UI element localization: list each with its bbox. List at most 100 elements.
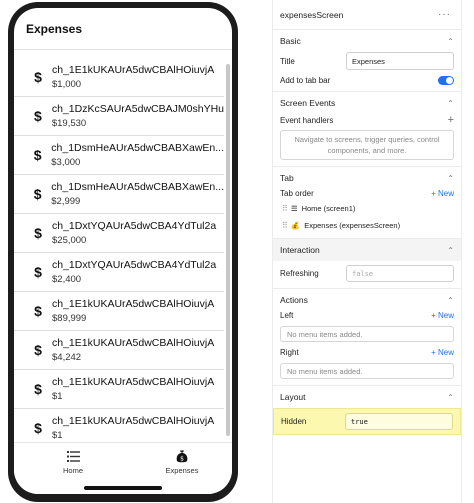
list-icon: ☰	[290, 204, 298, 213]
list-item[interactable]: $ ch_1E1kUKAUrA5dwCBAlHOiuvjA $1	[14, 370, 224, 409]
charge-amount: $1	[52, 430, 63, 441]
tab-order-item[interactable]: ⠿ 💰 Expenses (expensesScreen)	[282, 221, 454, 230]
drag-handle-icon[interactable]: ⠿	[282, 221, 288, 230]
list-scrollbar[interactable]	[226, 64, 230, 436]
section-basic: Basic ⌃ Title Add to tab bar	[273, 30, 461, 92]
add-icon[interactable]: +	[448, 114, 454, 126]
refreshing-row: Refreshing false	[280, 265, 454, 282]
dollar-icon: $	[33, 147, 42, 163]
svg-text:$: $	[180, 455, 184, 462]
dollar-icon: $	[34, 381, 42, 397]
add-to-tab-bar-toggle[interactable]	[438, 76, 454, 85]
section-header-layout[interactable]: Layout ⌃	[280, 386, 454, 408]
section-title: Interaction	[280, 245, 320, 255]
tab-order-item-label: Expenses (expensesScreen)	[304, 221, 401, 230]
list-item[interactable]: $ ch_1E1kUKAUrA5dwCBAlHOiuvjA $89,999	[14, 292, 224, 331]
section-screen-events: Screen Events ⌃ Event handlers + Navigat…	[273, 92, 461, 167]
expense-list[interactable]: $ ch_1E1kUKAUrA5dwCBAlHOiuvjA $1,000 $ ch…	[14, 58, 224, 487]
chevron-up-icon[interactable]: ⌃	[447, 99, 454, 108]
new-left-action-button[interactable]: + New	[431, 311, 454, 320]
section-interaction: Interaction ⌃ Refreshing false	[273, 239, 461, 289]
left-actions-empty: No menu items added.	[280, 326, 454, 342]
section-header-basic[interactable]: Basic ⌃	[280, 30, 454, 52]
section-title: Screen Events	[280, 98, 336, 108]
inspector-panel: expensesScreen ··· Basic ⌃ Title Add to …	[272, 0, 462, 503]
charge-id: ch_1E1kUKAUrA5dwCBAlHOiuvjA	[52, 415, 215, 427]
title-label: Title	[280, 56, 295, 66]
charge-id: ch_1DsmHeAUrA5dwCBABXawEn...	[51, 181, 224, 193]
refreshing-label: Refreshing	[280, 269, 319, 278]
section-title: Layout	[280, 392, 306, 402]
hidden-input[interactable]: true	[345, 413, 453, 430]
add-to-tab-bar-row: Add to tab bar	[280, 76, 454, 85]
section-title: Tab	[280, 173, 294, 183]
list-icon	[66, 449, 80, 463]
section-title: Basic	[280, 36, 301, 46]
right-label: Right	[280, 348, 299, 357]
event-handlers-row: Event handlers +	[280, 114, 454, 126]
charge-amount: $4,242	[52, 352, 82, 363]
charge-amount: $89,999	[52, 313, 87, 324]
chevron-up-icon[interactable]: ⌃	[447, 296, 454, 305]
charge-amount: $3,000	[51, 157, 81, 168]
charge-id: ch_1E1kUKAUrA5dwCBAlHOiuvjA	[52, 376, 215, 388]
section-layout: Layout ⌃ Hidden true	[273, 386, 461, 435]
chevron-up-icon[interactable]: ⌃	[447, 37, 454, 46]
tab-expenses[interactable]: $ Expenses	[152, 449, 212, 475]
charge-id: ch_1DsmHeAUrA5dwCBABXawEn...	[51, 142, 224, 154]
dollar-icon: $	[34, 69, 42, 85]
new-tab-button[interactable]: + New	[431, 189, 454, 198]
section-title: Actions	[280, 295, 308, 305]
new-right-action-button[interactable]: + New	[431, 348, 454, 357]
section-header-interaction[interactable]: Interaction ⌃	[273, 239, 461, 261]
list-item[interactable]: $ ch_1E1kUKAUrA5dwCBAlHOiuvjA $4,242	[14, 331, 224, 370]
charge-amount: $1,000	[52, 79, 82, 90]
list-item[interactable]: $ ch_1E1kUKAUrA5dwCBAlHOiuvjA $1,000	[14, 58, 224, 97]
list-item[interactable]: $ ch_1DxtYQAUrA5dwCBA4YdTul2a $25,000	[14, 214, 224, 253]
right-actions-row: Right + New	[280, 348, 454, 357]
list-item[interactable]: $ ch_1DzKcSAUrA5dwCBAJM0shYHu $19,530	[14, 97, 224, 136]
charge-amount: $2,999	[51, 196, 81, 207]
refreshing-input[interactable]: false	[346, 265, 454, 282]
tab-order-item[interactable]: ⠿ ☰ Home (screen1)	[282, 204, 454, 213]
dollar-icon: $	[34, 420, 42, 436]
dollar-icon: $	[34, 108, 42, 124]
dollar-icon: $	[34, 264, 42, 280]
chevron-up-icon[interactable]: ⌃	[447, 246, 454, 255]
dollar-icon: $	[33, 186, 42, 202]
inspector-header: expensesScreen ···	[273, 0, 461, 30]
screen-name[interactable]: expensesScreen	[280, 10, 343, 20]
tab-home[interactable]: Home	[43, 449, 103, 475]
drag-handle-icon[interactable]: ⠿	[282, 204, 288, 213]
event-handlers-label: Event handlers	[280, 115, 334, 125]
list-item[interactable]: $ ch_1DxtYQAUrA5dwCBA4YdTul2a $2,400	[14, 253, 224, 292]
section-header-tab[interactable]: Tab ⌃	[280, 167, 454, 189]
charge-amount: $25,000	[52, 235, 87, 246]
home-indicator	[84, 486, 162, 490]
more-horizontal-icon[interactable]: ···	[438, 9, 451, 20]
section-header-screen-events[interactable]: Screen Events ⌃	[280, 92, 454, 114]
charge-amount: $2,400	[52, 274, 82, 285]
list-item[interactable]: $ ch_1DsmHeAUrA5dwCBABXawEn... $2,999	[14, 175, 224, 214]
section-actions: Actions ⌃ Left + New No menu items added…	[273, 289, 461, 386]
right-actions-empty: No menu items added.	[280, 363, 454, 379]
screen-title: Expenses	[14, 8, 232, 50]
title-input[interactable]	[346, 52, 454, 70]
event-handlers-placeholder[interactable]: Navigate to screens, trigger queries, co…	[280, 130, 454, 160]
money-bag-icon: $	[176, 449, 188, 463]
list-item[interactable]: $ ch_1DsmHeAUrA5dwCBABXawEn... $3,000	[14, 136, 224, 175]
tab-order-label: Tab order	[280, 189, 314, 198]
charge-amount: $1	[52, 391, 63, 402]
charge-id: ch_1E1kUKAUrA5dwCBAlHOiuvjA	[52, 298, 215, 310]
tab-order-item-label: Home (screen1)	[301, 204, 356, 213]
tab-bar: Home $ Expenses	[14, 442, 232, 494]
phone-screen: Expenses $ ch_1E1kUKAUrA5dwCBAlHOiuvjA $1…	[14, 8, 232, 494]
tab-order-row: Tab order + New	[280, 189, 454, 198]
tab-label: Home	[62, 466, 83, 475]
section-tab: Tab ⌃ Tab order + New ⠿ ☰ Home (screen1)…	[273, 167, 461, 239]
dollar-icon: $	[34, 225, 42, 241]
phone-preview: Expenses $ ch_1E1kUKAUrA5dwCBAlHOiuvjA $1…	[8, 2, 238, 502]
section-header-actions[interactable]: Actions ⌃	[280, 289, 454, 311]
chevron-up-icon[interactable]: ⌃	[447, 174, 454, 183]
chevron-up-icon[interactable]: ⌃	[447, 393, 454, 402]
